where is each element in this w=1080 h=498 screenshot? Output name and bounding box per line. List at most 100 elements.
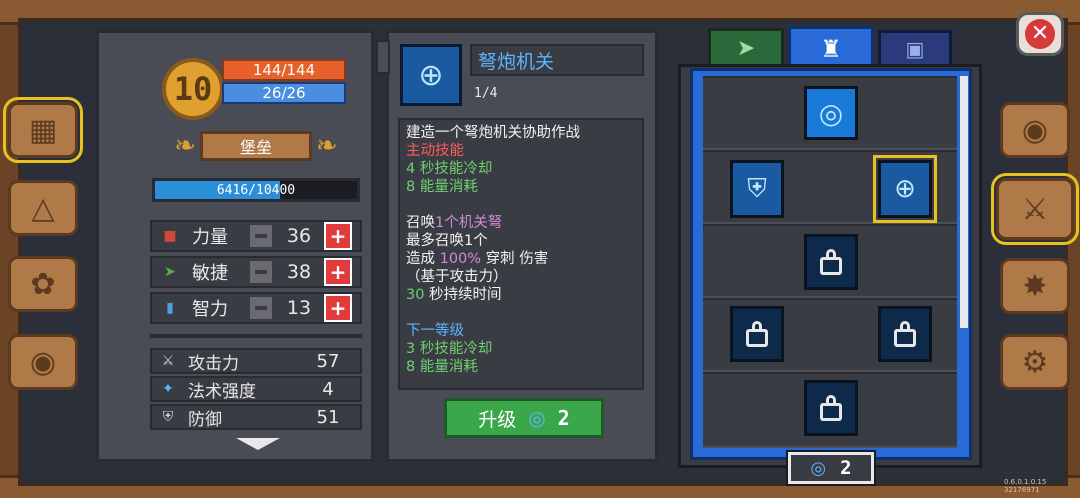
description-line: 造成 100% 穿刺 伤害 xyxy=(406,250,636,268)
description-line: 下一等级 xyxy=(406,322,636,340)
skill-tree-tab-gate[interactable]: ▣ xyxy=(878,30,952,68)
tab-talents[interactable]: ✸ xyxy=(1000,258,1070,314)
description-text: 1个机关弩 xyxy=(435,215,503,231)
attr-label: 攻击力 xyxy=(188,353,239,374)
description-text: 建造一个弩炮机关协助作战 xyxy=(406,125,580,141)
level-badge: 10 xyxy=(162,58,224,120)
strength-minus-button[interactable] xyxy=(248,223,274,249)
tree-scrollbar[interactable] xyxy=(960,76,968,328)
level-value: 10 xyxy=(173,70,213,108)
skill-point-icon: ◎ xyxy=(810,457,827,479)
class-name-plaque: 堡垒 xyxy=(200,131,312,161)
skill-node-locked-3[interactable] xyxy=(878,306,932,362)
tower-icon: ♜ xyxy=(820,35,842,63)
description-text: 100% xyxy=(439,251,482,267)
upgrade-label: 升级 xyxy=(478,408,517,431)
tab-helmet[interactable]: ◉ xyxy=(1000,102,1070,158)
book-icon: ▦ xyxy=(28,112,58,148)
crossbow-icon: ⊕ xyxy=(894,174,916,204)
fist-icon: ■ xyxy=(163,228,177,244)
skill-node-shield-dome[interactable]: ◎ xyxy=(804,86,858,140)
helmet-icon: ◉ xyxy=(1021,112,1049,148)
mp-bar: 26/26 xyxy=(222,82,346,104)
description-line: 建造一个弩炮机关协助作战 xyxy=(406,124,636,142)
shield-icon: ⛨ xyxy=(162,409,174,425)
wand-icon: ✦ xyxy=(162,381,174,397)
skill-icon-frame: ⊕ xyxy=(400,44,462,106)
description-text: 最多召唤1个 xyxy=(406,233,488,249)
attr-row-attack: ⚔ 攻击力 57 xyxy=(150,348,362,374)
divider xyxy=(150,334,362,338)
description-line xyxy=(406,304,636,322)
skill-point-icon: ◎ xyxy=(528,406,546,430)
tab-journal[interactable]: ▦ xyxy=(3,97,83,163)
lock-icon xyxy=(820,249,842,275)
description-line: 召唤1个机关弩 xyxy=(406,214,636,232)
lock-icon xyxy=(746,321,768,347)
stat-value: 36 xyxy=(286,225,312,247)
lock-icon xyxy=(894,321,916,347)
stat-label: 力量 xyxy=(192,227,228,248)
skill-name: 弩炮机关 xyxy=(478,50,555,73)
description-line: 主动技能 xyxy=(406,142,636,160)
tab-skills[interactable]: ⚔ xyxy=(991,173,1079,245)
description-line: 最多召唤1个 xyxy=(406,232,636,250)
skill-node-locked-2[interactable] xyxy=(730,306,784,362)
skill-node-locked-4[interactable] xyxy=(804,380,858,436)
agility-minus-button[interactable] xyxy=(248,259,274,285)
crossed-swords-icon: ⚔ xyxy=(1021,191,1049,227)
crossbow-icon: ⊕ xyxy=(418,57,444,93)
tab-vehicle[interactable]: ◉ xyxy=(8,334,78,390)
agility-plus-button[interactable]: + xyxy=(324,258,352,286)
version-label: 0.6.0.1.0.15 32176971 xyxy=(1004,478,1047,494)
bow-icon: ➤ xyxy=(736,35,756,61)
intelligence-minus-button[interactable] xyxy=(248,295,274,321)
laurel-right-icon: ❧ xyxy=(316,131,338,161)
upgrade-button[interactable]: 升级 ◎ 2 xyxy=(444,398,604,438)
star-burst-icon: ✸ xyxy=(1022,268,1048,304)
stat-label: 智力 xyxy=(192,299,228,320)
xp-bar: 6416/10400 xyxy=(152,178,360,202)
attr-label: 法术强度 xyxy=(188,381,256,402)
close-button[interactable]: ✕ xyxy=(1016,12,1064,56)
intelligence-plus-button[interactable]: + xyxy=(324,294,352,322)
close-icon: ✕ xyxy=(1025,19,1055,49)
tab-map[interactable]: △ xyxy=(8,180,78,236)
tab-pets[interactable]: ✿ xyxy=(8,256,78,312)
description-text: 下一等级 xyxy=(406,323,464,339)
shield-bash-icon: ⛨ xyxy=(747,173,767,204)
scroll-down-arrow[interactable] xyxy=(236,438,280,450)
tab-settings[interactable]: ⚙ xyxy=(1000,334,1070,390)
gear-icon: ⚙ xyxy=(1021,344,1049,380)
description-line: 4 秒技能冷却 xyxy=(406,160,636,178)
sword-icon: ⚔ xyxy=(161,353,175,369)
description-text: 秒持续时间 xyxy=(424,287,502,303)
stat-row-strength: ■ 力量 36 + xyxy=(150,220,362,252)
skill-tree-tab-bow[interactable]: ➤ xyxy=(708,28,784,68)
description-text: 30 xyxy=(406,287,425,303)
attr-row-spell-power: ✦ 法术强度 4 xyxy=(150,376,362,402)
class-name: 堡垒 xyxy=(239,138,272,157)
book-icon: ▮ xyxy=(166,300,174,316)
skill-description: 建造一个弩炮机关协助作战 主动技能 4 秒技能冷却 8 能量消耗 召唤1个机关弩 最多召… xyxy=(398,118,644,390)
skill-node-locked-1[interactable] xyxy=(804,234,858,290)
description-line xyxy=(406,196,636,214)
description-text: 8 能量消耗 xyxy=(406,359,478,375)
skill-name-box: 弩炮机关 xyxy=(470,44,644,76)
attr-value: 51 xyxy=(316,406,340,428)
gate-icon: ▣ xyxy=(905,37,925,61)
skill-points-value: 2 xyxy=(840,457,852,479)
strength-plus-button[interactable]: + xyxy=(324,222,352,250)
lock-icon xyxy=(820,395,842,421)
skill-points-counter: ◎ 2 xyxy=(786,450,876,486)
description-text: 8 能量消耗 xyxy=(406,179,478,195)
skill-node-shield-bash[interactable]: ⛨ xyxy=(730,160,784,218)
description-text: 穿刺 伤害 xyxy=(481,251,549,267)
description-text: 召唤 xyxy=(406,215,435,231)
description-text: 主动技能 xyxy=(406,143,464,159)
description-text: 3 秒技能冷却 xyxy=(406,341,493,357)
description-line: （基于攻击力） xyxy=(406,268,636,286)
xp-value: 6416/10400 xyxy=(216,182,296,198)
skill-node-crossbow-turret[interactable]: ⊕ xyxy=(873,155,937,223)
mp-value: 26/26 xyxy=(262,84,306,102)
